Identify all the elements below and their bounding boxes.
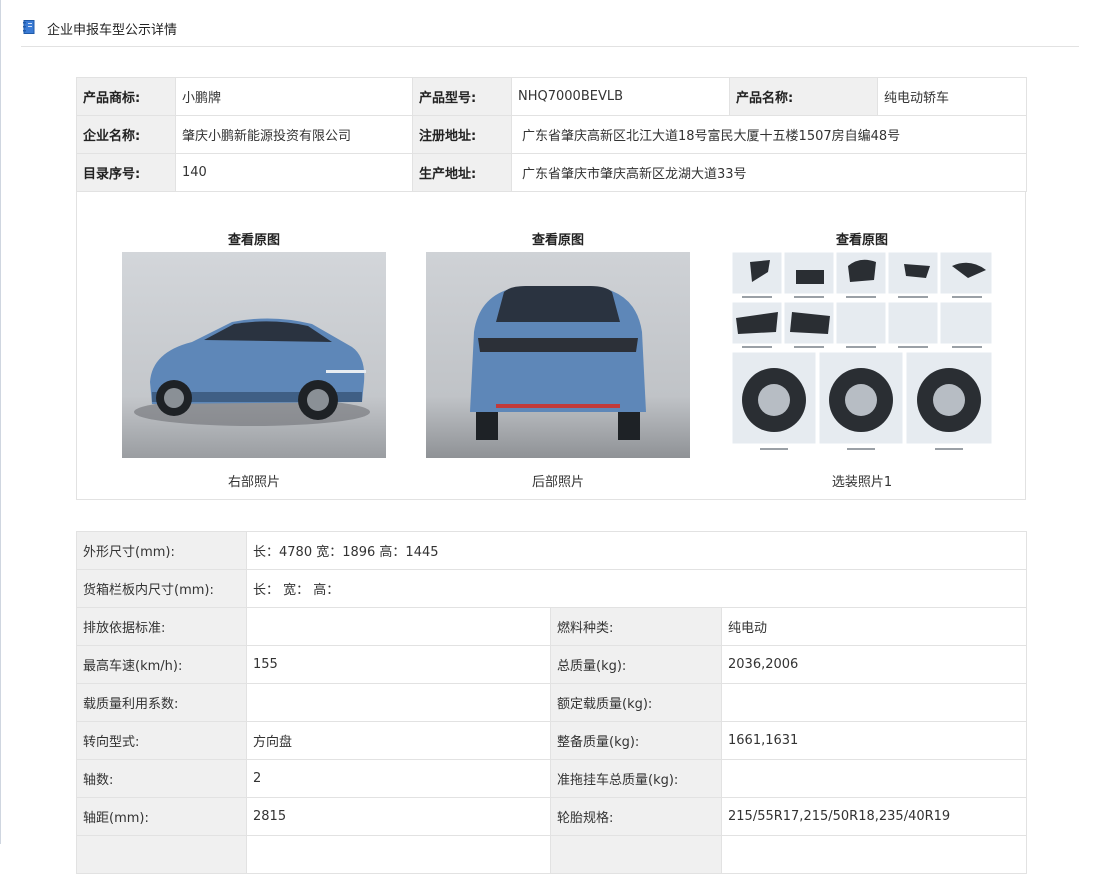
table-row: 目录序号: 140 生产地址: 广东省肇庆市肇庆高新区龙湖大道33号: [76, 153, 1027, 192]
spec-value: 纯电动: [720, 607, 1028, 646]
spec-value: [246, 835, 551, 874]
spec-value: 方向盘: [246, 721, 551, 760]
spec-label: 轴数:: [76, 759, 247, 798]
spec-value: 2: [246, 759, 551, 798]
model-label: 产品型号:: [412, 77, 512, 116]
optional-parts-collage-image[interactable]: [730, 252, 994, 458]
table-row: 轴数: 2 准拖挂车总质量(kg):: [76, 759, 1028, 798]
spec-label: 准拖挂车总质量(kg):: [550, 759, 722, 798]
notebook-icon: [23, 20, 35, 34]
product-name-value: 纯电动轿车: [877, 77, 1027, 116]
car-rear-image[interactable]: [426, 252, 690, 458]
table-row: 最高车速(km/h): 155 总质量(kg): 2036,2006: [76, 645, 1028, 684]
view-original-link[interactable]: 查看原图: [730, 229, 994, 248]
spec-value: [246, 683, 551, 722]
view-original-link[interactable]: 查看原图: [122, 229, 386, 248]
photo-caption: 后部照片: [531, 475, 584, 490]
company-value: 肇庆小鹏新能源投资有限公司: [175, 115, 413, 154]
company-label: 企业名称:: [76, 115, 176, 154]
spec-label: 轴距(mm):: [76, 797, 247, 836]
photo-gallery: 查看原图 右部照片 查看原图 后部照片 查看原图 选装照片1: [76, 191, 1026, 500]
specs-table: 外形尺寸(mm): 长：4780 宽：1896 高：1445 货箱栏板内尺寸(m…: [76, 531, 1028, 874]
table-row: 转向型式: 方向盘 整备质量(kg): 1661,1631: [76, 721, 1028, 760]
spec-label: 轮胎规格:: [550, 797, 722, 836]
spec-label: 载质量利用系数:: [76, 683, 247, 722]
cargo-dimensions-value: 长： 宽： 高：: [245, 569, 1028, 608]
page-title: 企业申报车型公示详情: [47, 23, 178, 38]
spec-label: [550, 835, 722, 874]
page-header: 企业申报车型公示详情: [21, 0, 1079, 47]
spec-value: 215/55R17,215/50R18,235/40R19: [720, 797, 1028, 836]
production-address-label: 生产地址:: [412, 153, 512, 192]
table-row: [76, 835, 1028, 874]
table-row: 货箱栏板内尺寸(mm): 长： 宽： 高：: [76, 569, 1028, 608]
spec-value: [720, 683, 1028, 722]
table-row: 外形尺寸(mm): 长：4780 宽：1896 高：1445: [76, 531, 1028, 570]
spec-value: [720, 759, 1028, 798]
production-address-value: 广东省肇庆市肇庆高新区龙湖大道33号: [511, 153, 1027, 192]
spec-value: 155: [246, 645, 551, 684]
photo-caption: 选装照片1: [831, 475, 893, 490]
spec-label: 最高车速(km/h):: [76, 645, 247, 684]
product-name-label: 产品名称:: [729, 77, 878, 116]
spec-label: 转向型式:: [76, 721, 247, 760]
registered-address-label: 注册地址:: [412, 115, 512, 154]
table-row: 排放依据标准: 燃料种类: 纯电动: [76, 607, 1028, 646]
spec-value: 1661,1631: [720, 721, 1028, 760]
spec-label: 燃料种类:: [550, 607, 722, 646]
catalog-number-value: 140: [175, 153, 413, 192]
car-right-side-image[interactable]: [122, 252, 386, 458]
spec-value: 2815: [246, 797, 551, 836]
spec-value: [246, 607, 551, 646]
view-original-link[interactable]: 查看原图: [426, 229, 690, 248]
model-value: NHQ7000BEVLB: [511, 77, 730, 116]
spec-value: 2036,2006: [720, 645, 1028, 684]
spec-value: [720, 835, 1028, 874]
brand-label: 产品商标:: [76, 77, 176, 116]
dimensions-label: 外形尺寸(mm):: [76, 531, 247, 570]
product-info-table: 产品商标: 小鹏牌 产品型号: NHQ7000BEVLB 产品名称: 纯电动轿车…: [76, 77, 1027, 192]
spec-label: [76, 835, 247, 874]
spec-label: 额定载质量(kg):: [550, 683, 722, 722]
spec-label: 整备质量(kg):: [550, 721, 722, 760]
table-row: 产品商标: 小鹏牌 产品型号: NHQ7000BEVLB 产品名称: 纯电动轿车: [76, 77, 1027, 116]
table-row: 载质量利用系数: 额定载质量(kg):: [76, 683, 1028, 722]
registered-address-value: 广东省肇庆高新区北江大道18号富民大厦十五楼1507房自编48号: [511, 115, 1027, 154]
spec-label: 总质量(kg):: [550, 645, 722, 684]
catalog-number-label: 目录序号:: [76, 153, 176, 192]
cargo-dimensions-label: 货箱栏板内尺寸(mm):: [76, 569, 247, 608]
spec-label: 排放依据标准:: [76, 607, 247, 646]
photo-caption: 右部照片: [227, 475, 280, 490]
brand-value: 小鹏牌: [175, 77, 413, 116]
table-row: 企业名称: 肇庆小鹏新能源投资有限公司 注册地址: 广东省肇庆高新区北江大道18…: [76, 115, 1027, 154]
table-row: 轴距(mm): 2815 轮胎规格: 215/55R17,215/50R18,2…: [76, 797, 1028, 836]
dimensions-value: 长：4780 宽：1896 高：1445: [245, 531, 1028, 570]
